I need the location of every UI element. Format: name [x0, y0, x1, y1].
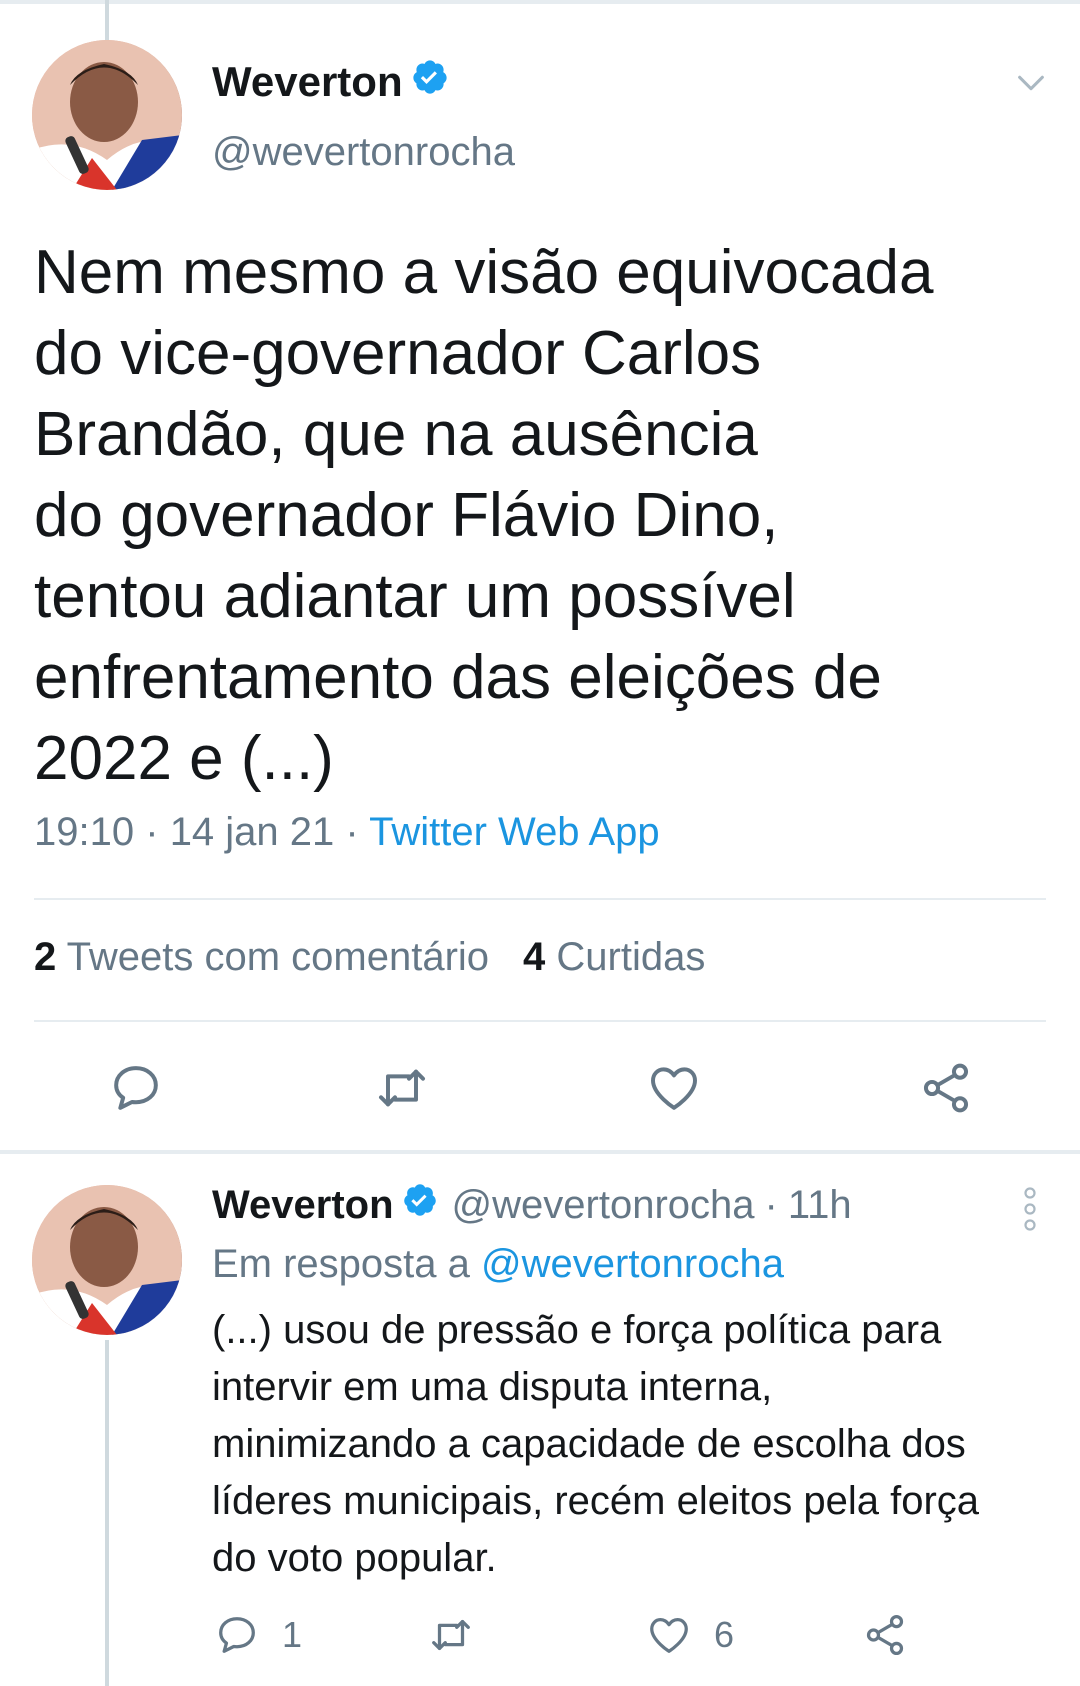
more-vertical-icon[interactable]: [1022, 1185, 1038, 1233]
reply-text: (...) usou de pressão e força política p…: [212, 1308, 980, 1580]
divider: [34, 898, 1046, 900]
share-icon: [866, 1614, 904, 1656]
reply-avatar[interactable]: [32, 1185, 182, 1335]
tweet-meta: 19:10 · 14 jan 21 · Twitter Web App: [34, 810, 660, 855]
quote-tweets-link[interactable]: 2 Tweets com comentário: [34, 935, 489, 980]
top-border: [0, 0, 1080, 4]
reply-age: 11h: [787, 1182, 852, 1227]
likes-link[interactable]: 4 Curtidas: [523, 935, 705, 980]
reply-context: Em resposta a @wevertonrocha: [212, 1242, 784, 1287]
retweet-icon: [432, 1619, 470, 1651]
section-separator: [0, 1150, 1080, 1154]
verified-badge-icon: [402, 1182, 438, 1228]
retweet-icon[interactable]: [374, 1060, 430, 1116]
verified-badge-icon: [411, 58, 449, 106]
reply-reply-button[interactable]: 1: [214, 1612, 302, 1658]
quote-count: 2: [34, 935, 57, 979]
tweet-date: 14 jan 21: [169, 810, 335, 854]
tweet-text: Nem mesmo a visão equivocada do vice-gov…: [34, 238, 934, 793]
tweet-time: 19:10: [34, 810, 135, 854]
reply-icon[interactable]: [108, 1060, 164, 1116]
thread-line-top: [105, 0, 109, 40]
reply-display-name[interactable]: Weverton: [212, 1183, 394, 1228]
divider: [34, 1020, 1046, 1022]
tweet-actions: [0, 1060, 1080, 1120]
meta-separator: ·: [345, 810, 359, 854]
reply-mention-link[interactable]: @wevertonrocha: [481, 1242, 784, 1286]
quote-label: Tweets com comentário: [66, 935, 490, 979]
like-icon[interactable]: [646, 1060, 702, 1116]
tweet-stats: 2 Tweets com comentário 4 Curtidas: [34, 935, 705, 980]
meta-separator: ·: [145, 810, 159, 854]
reply-icon: [219, 1617, 255, 1653]
reply-like-button[interactable]: 6: [646, 1612, 734, 1658]
display-name[interactable]: Weverton: [212, 58, 403, 106]
like-count: 4: [523, 935, 546, 979]
reply-retweet-button[interactable]: [428, 1612, 474, 1658]
like-label: Curtidas: [556, 935, 706, 979]
like-icon: [650, 1618, 688, 1653]
tweet-source-link[interactable]: Twitter Web App: [369, 810, 660, 854]
reply-prefix: Em resposta a: [212, 1242, 470, 1286]
reply-like-count: 6: [714, 1614, 735, 1655]
reply-share-button[interactable]: [862, 1612, 908, 1658]
reply-count: 1: [282, 1614, 303, 1655]
avatar[interactable]: [32, 40, 182, 190]
reply-name-row: Weverton @wevertonrocha · 11h: [212, 1182, 852, 1228]
reply-handle[interactable]: @wevertonrocha: [452, 1183, 755, 1228]
meta-separator: ·: [764, 1182, 778, 1227]
author-name-row: Weverton: [212, 58, 449, 106]
chevron-down-icon[interactable]: [1014, 66, 1048, 100]
reply-actions: 1 6: [0, 1612, 1080, 1662]
handle[interactable]: @wevertonrocha: [212, 130, 515, 175]
share-icon[interactable]: [918, 1060, 974, 1116]
